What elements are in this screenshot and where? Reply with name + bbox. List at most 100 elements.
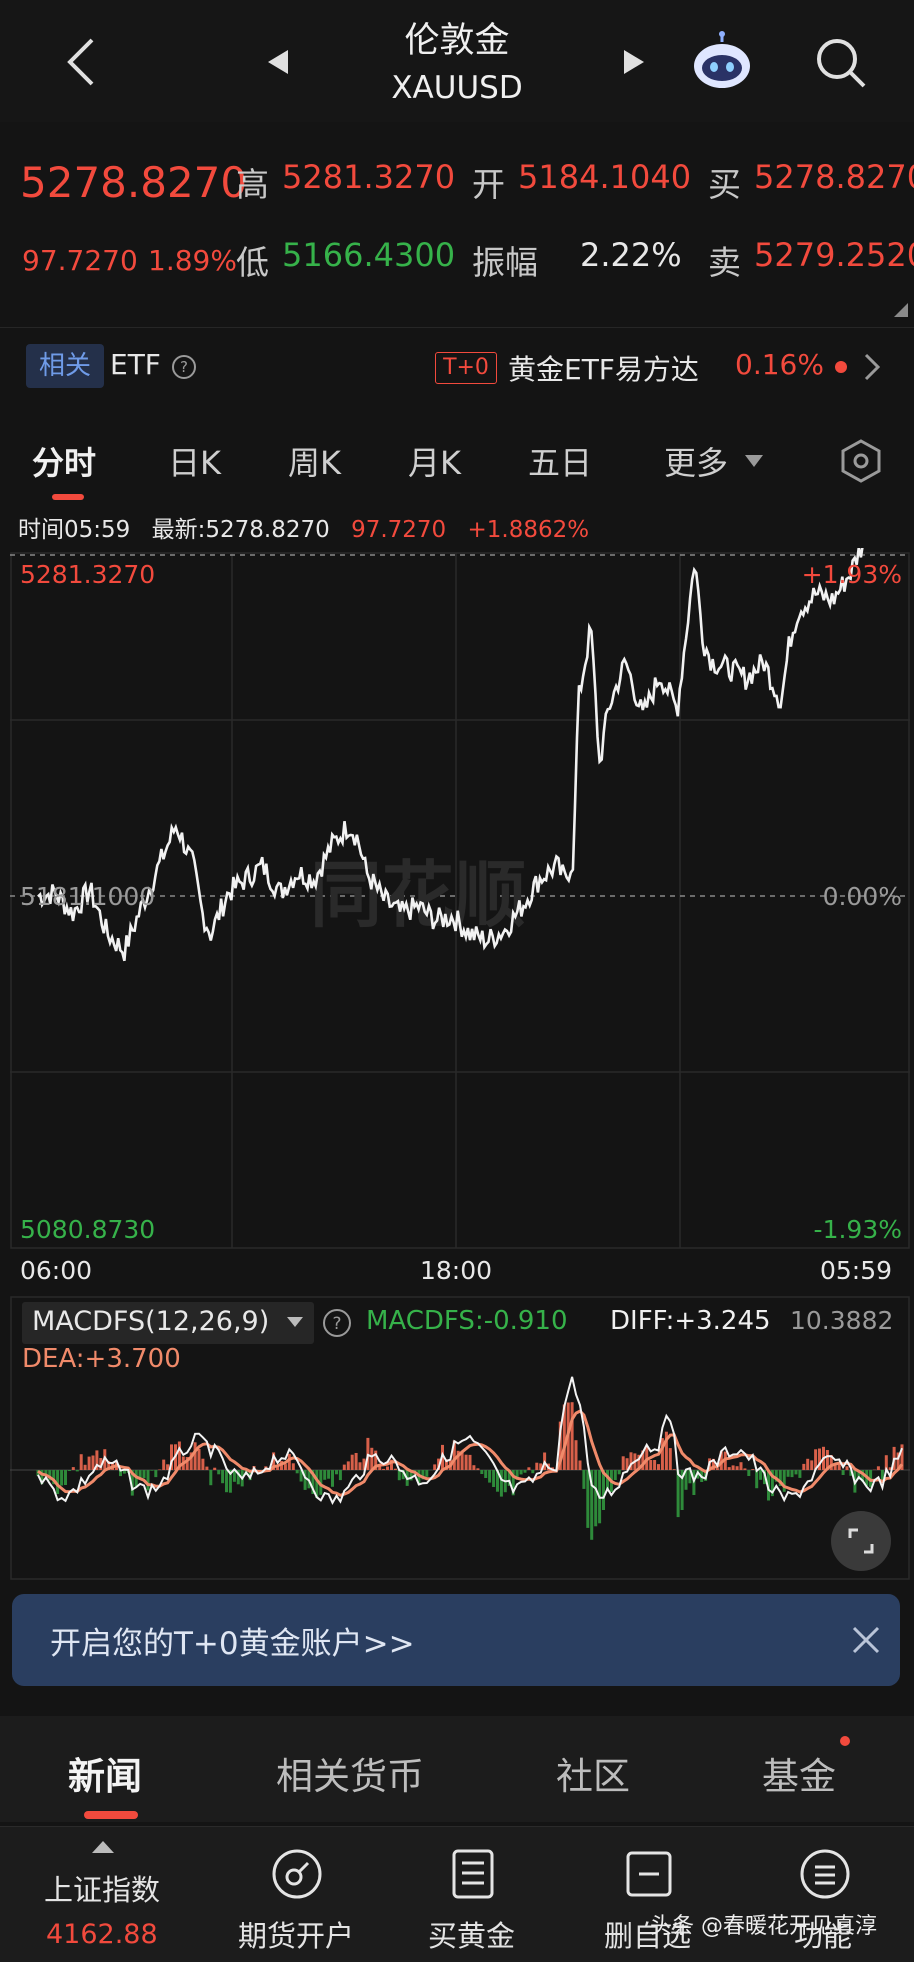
tab-monthly-k[interactable]: 月K — [408, 438, 461, 484]
macd-bar — [484, 1470, 488, 1478]
macd-bar — [331, 1470, 334, 1487]
sell-label: 卖 — [708, 243, 741, 282]
robot-assistant-icon[interactable] — [690, 30, 754, 94]
quote-panel: 5278.8270 97.7270 1.89% 高 5281.3270 低 51… — [0, 122, 914, 328]
chart-watermark-logo: 同花顺 — [310, 853, 526, 937]
next-arrow-icon[interactable] — [622, 48, 646, 76]
macd-bar — [786, 1470, 790, 1477]
search-icon[interactable] — [812, 34, 868, 90]
x-axis-start: 06:00 — [20, 1256, 93, 1285]
macd-bar — [731, 1465, 735, 1470]
macd-bar — [162, 1459, 166, 1470]
macd-bar — [75, 1470, 79, 1472]
macd-selector[interactable]: MACDFS(12,26,9) — [22, 1302, 314, 1344]
tab-daily-k[interactable]: 日K — [168, 438, 221, 484]
dea-value: DEA:+3.700 — [22, 1344, 181, 1374]
macd-bar — [209, 1470, 213, 1486]
macd-bar — [841, 1470, 845, 1475]
macd-bar — [794, 1470, 798, 1475]
menu-circle-icon[interactable] — [798, 1847, 852, 1901]
notification-dot — [835, 361, 847, 373]
y-axis-mid: 5181.1000 — [20, 882, 155, 911]
macd-bar — [193, 1442, 197, 1470]
tab-weekly-k[interactable]: 周K — [288, 438, 341, 484]
macd-bar — [83, 1464, 87, 1470]
macd-bar — [433, 1464, 437, 1470]
macd-bar — [523, 1470, 527, 1473]
bottom-nav: 上证指数 4162.88 期货开户 买黄金 删自选 功能 — [0, 1826, 914, 1962]
sell-value: 5279.2520 — [754, 236, 914, 274]
expand-corner-icon[interactable] — [894, 303, 908, 317]
tab-five-day[interactable]: 五日 — [528, 438, 592, 484]
macd-dropdown-icon[interactable] — [286, 1316, 304, 1328]
tab-community[interactable]: 社区 — [556, 1746, 630, 1800]
macd-bar — [338, 1470, 342, 1481]
macd-bar — [460, 1452, 464, 1470]
low-value: 5166.4300 — [282, 236, 456, 274]
etf-name[interactable]: 黄金ETF易方达 — [508, 348, 699, 388]
macd-bar — [570, 1402, 574, 1470]
macd-bar — [425, 1470, 429, 1477]
macd-bar — [531, 1470, 535, 1474]
macd-bar — [323, 1470, 327, 1480]
pct-axis-mid: 0.00% — [823, 882, 902, 911]
macd-bar — [790, 1470, 794, 1478]
macd-bar — [810, 1460, 814, 1470]
macd-bar — [213, 1467, 217, 1470]
macd-bar — [370, 1447, 374, 1470]
macd-bar — [845, 1466, 849, 1470]
fullscreen-icon[interactable] — [830, 1510, 892, 1572]
svg-text:?: ? — [332, 1314, 341, 1334]
document-icon[interactable] — [446, 1847, 500, 1901]
etf-change-percent: 0.16% — [735, 348, 824, 381]
related-row[interactable]: 相关 ETF ? T+0 黄金ETF易方达 0.16% — [0, 330, 914, 410]
page-subtitle: XAUUSD — [391, 70, 523, 106]
tab-intraday[interactable]: 分时 — [32, 438, 96, 484]
related-tag: 相关 — [26, 344, 104, 388]
open-label: 开 — [472, 165, 505, 204]
close-icon[interactable] — [846, 1620, 886, 1660]
related-etf-label: ETF — [110, 348, 161, 381]
buy-label: 买 — [708, 165, 741, 204]
help-icon[interactable]: ? — [171, 354, 197, 380]
macd-bar — [79, 1454, 83, 1470]
macd-bar — [142, 1470, 146, 1479]
macd-bar — [480, 1470, 484, 1474]
remove-watchlist-icon[interactable] — [622, 1847, 676, 1901]
prev-arrow-icon[interactable] — [266, 48, 290, 76]
macd-help-icon[interactable]: ? — [322, 1308, 352, 1338]
tab-related-currency[interactable]: 相关货币 — [276, 1746, 424, 1800]
macd-bar — [91, 1455, 95, 1470]
macdfs-value: MACDFS:-0.910 — [366, 1306, 568, 1336]
nav-futures-account[interactable]: 期货开户 — [238, 1913, 354, 1955]
t0-tag: T+0 — [435, 352, 497, 384]
back-icon[interactable] — [62, 34, 102, 90]
macd-bar — [327, 1470, 331, 1479]
expand-up-icon[interactable] — [92, 1841, 114, 1853]
macd-bar — [295, 1470, 299, 1474]
macd-bar — [488, 1470, 492, 1483]
macd-selector-label: MACDFS(12,26,9) — [32, 1306, 270, 1337]
macd-bar — [806, 1458, 810, 1470]
tab-news[interactable]: 新闻 — [68, 1746, 142, 1800]
macd-bar — [205, 1466, 209, 1470]
macd-bar — [499, 1470, 503, 1497]
macd-bar — [150, 1470, 154, 1471]
info-time: 时间05:59 — [18, 517, 131, 543]
settings-hex-icon[interactable] — [838, 438, 884, 484]
nav-buy-gold[interactable]: 买黄金 — [428, 1913, 515, 1955]
macd-bar — [217, 1470, 221, 1475]
macd-bar — [798, 1470, 802, 1478]
tab-more[interactable]: 更多 — [664, 438, 728, 484]
promo-banner[interactable]: 开启您的T+0黄金账户>> — [12, 1594, 900, 1686]
tab-fund[interactable]: 基金 — [762, 1746, 836, 1800]
macd-bar — [613, 1470, 617, 1480]
pct-axis-top: +1.93% — [802, 560, 902, 589]
change-amount: 97.7270 — [22, 244, 138, 277]
futures-account-icon[interactable] — [270, 1847, 324, 1901]
x-axis-end: 05:59 — [820, 1256, 893, 1285]
intraday-chart[interactable]: 同花顺 5281.3270 5181.1000 5080.8730 +1.93%… — [10, 548, 910, 1250]
macd-bar — [342, 1464, 346, 1470]
dropdown-caret-icon[interactable] — [744, 454, 764, 468]
chevron-right-icon[interactable] — [862, 352, 882, 382]
